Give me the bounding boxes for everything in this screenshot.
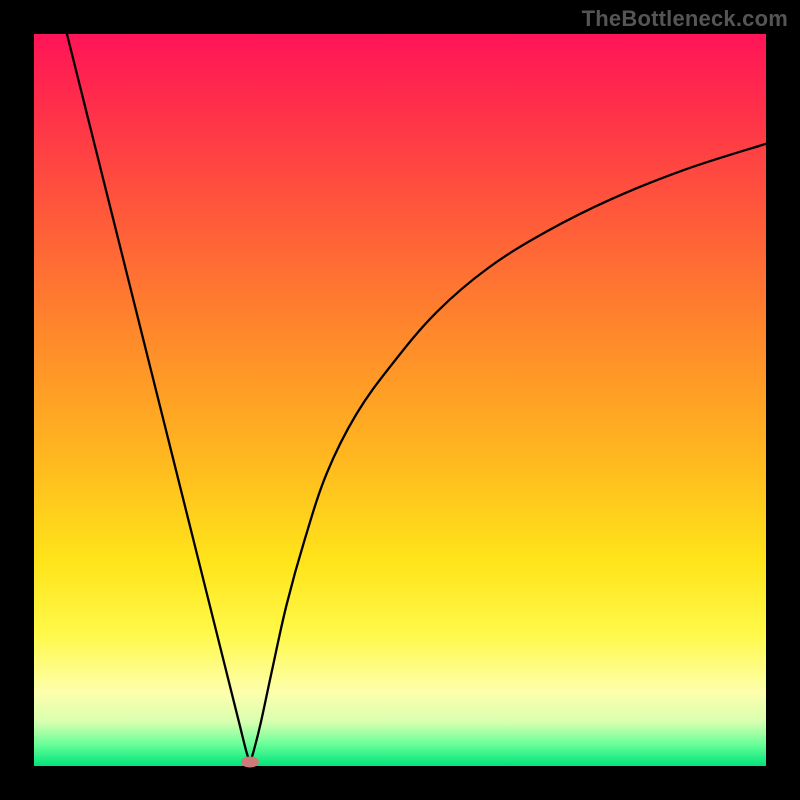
chart-container: TheBottleneck.com	[0, 0, 800, 800]
bottleneck-curve	[34, 34, 766, 766]
curve-right-branch	[250, 144, 766, 763]
attribution-label: TheBottleneck.com	[582, 6, 788, 32]
optimum-marker	[241, 757, 259, 768]
plot-area	[34, 34, 766, 766]
curve-left-branch	[67, 34, 250, 762]
